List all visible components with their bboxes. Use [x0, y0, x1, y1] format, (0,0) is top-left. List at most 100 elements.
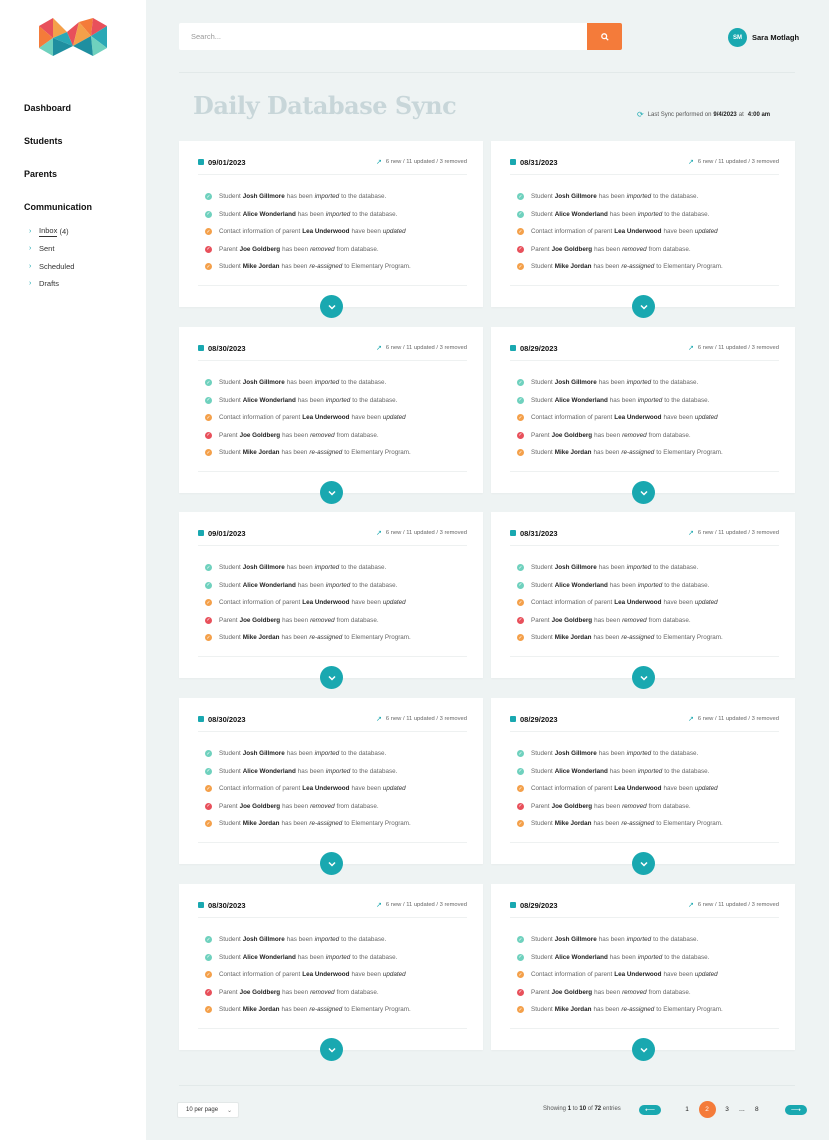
per-page-select[interactable]: 10 per page ⌄ [177, 1102, 239, 1118]
event-mid: has been [282, 616, 309, 624]
event-pre: Student [219, 953, 241, 961]
expand-card-button[interactable] [632, 1038, 655, 1061]
event-mid: has been [594, 802, 621, 810]
nav-item-dashboard[interactable]: Dashboard [24, 103, 144, 136]
event-pre: Contact information of parent [531, 414, 613, 422]
event-mid: has been [609, 210, 636, 218]
event-action: imported [325, 953, 351, 961]
event-mid: has been [593, 820, 620, 828]
check-circle-icon: ✓ [205, 396, 212, 404]
page-3[interactable]: 3 [719, 1101, 736, 1118]
event-pre: Student [531, 936, 553, 944]
check-circle-icon: ✓ [205, 1006, 212, 1014]
sync-event-item: ✓ Student Mike Jordan has been re-assign… [205, 815, 473, 833]
event-mid: have been [663, 599, 693, 607]
sync-events-list: ✓ Student Josh Gillmore has been importe… [205, 931, 473, 1019]
page-1[interactable]: 1 [679, 1101, 696, 1118]
showing-from: 1 [567, 1106, 572, 1112]
event-action: imported [325, 396, 351, 404]
event-pre: Student [531, 396, 553, 404]
subnav-label: Scheduled [39, 261, 75, 271]
sync-event-item: ✓ Student Josh Gillmore has been importe… [517, 745, 785, 763]
search-bar [179, 23, 622, 50]
check-circle-icon: ✓ [517, 820, 524, 828]
event-pre: Student [531, 750, 553, 758]
search-button[interactable] [587, 23, 622, 50]
expand-card-button[interactable] [320, 852, 343, 875]
subnav-item-sent[interactable]: › Sent [24, 241, 144, 259]
subnav-item-drafts[interactable]: › Drafts [24, 276, 144, 294]
event-person-name: Lea Underwood [614, 785, 662, 793]
event-mid: has been [593, 449, 620, 457]
expand-card-button[interactable] [320, 295, 343, 318]
event-post: to Elementary Program. [656, 820, 723, 828]
chart-icon: ↗ [376, 530, 382, 537]
prev-page-button[interactable]: ⟵ [639, 1104, 661, 1115]
user-menu[interactable]: SM Sara Motlagh [728, 28, 799, 47]
event-person-name: Mike Jordan [554, 820, 592, 828]
sync-event-item: ✓ Parent Joe Goldberg has been removed f… [205, 984, 473, 1002]
card-stats: ↗ 6 new / 11 updated / 3 removed [376, 715, 467, 723]
logo-icon[interactable] [39, 18, 107, 56]
check-circle-icon: ✓ [205, 449, 212, 457]
event-person-name: Josh Gillmore [242, 750, 285, 758]
page-2-current[interactable]: 2 [698, 1101, 716, 1118]
card-date: 08/30/2023 [198, 344, 246, 353]
divider [198, 1028, 467, 1029]
event-pre: Parent [531, 616, 550, 624]
event-person-name: Mike Jordan [242, 449, 280, 457]
subnav-item-scheduled[interactable]: › Scheduled [24, 258, 144, 276]
calendar-icon [198, 345, 204, 351]
event-person-name: Josh Gillmore [242, 379, 285, 387]
event-person-name: Lea Underwood [302, 228, 350, 236]
expand-card-button[interactable] [632, 295, 655, 318]
last-sync-date: 9/4/2023 [713, 111, 737, 118]
sync-event-item: ✓ Contact information of parent Lea Unde… [517, 409, 785, 427]
event-action: imported [325, 767, 351, 775]
sync-event-item: ✓ Parent Joe Goldberg has been removed f… [205, 798, 473, 816]
event-pre: Contact information of parent [531, 785, 613, 793]
chart-icon: ↗ [688, 159, 694, 166]
check-circle-icon: ✓ [205, 431, 212, 439]
search-input[interactable] [179, 23, 587, 50]
expand-card-button[interactable] [320, 481, 343, 504]
event-mid: have been [351, 785, 381, 793]
event-pre: Student [219, 936, 241, 944]
event-mid: has been [609, 581, 636, 589]
next-page-button[interactable]: ⟶ [784, 1104, 807, 1115]
calendar-icon [510, 716, 516, 722]
event-action: re-assigned [309, 263, 343, 271]
sync-event-item: ✓ Student Mike Jordan has been re-assign… [517, 629, 785, 647]
page-last[interactable]: 8 [748, 1101, 765, 1118]
event-post: to the database. [341, 936, 387, 944]
event-pre: Student [531, 449, 553, 457]
event-person-name: Lea Underwood [302, 971, 350, 979]
subnav-item-inbox[interactable]: › Inbox (4) [24, 223, 144, 241]
expand-card-button[interactable] [632, 852, 655, 875]
nav-item-students[interactable]: Students [24, 136, 144, 169]
event-action: imported [637, 953, 663, 961]
event-mid: has been [286, 750, 313, 758]
expand-card-button[interactable] [320, 666, 343, 689]
event-post: from database. [336, 616, 379, 624]
expand-card-button[interactable] [320, 1038, 343, 1061]
event-action: imported [626, 750, 652, 758]
card-header: 08/30/2023 ↗ 6 new / 11 updated / 3 remo… [198, 899, 467, 911]
divider [198, 360, 467, 361]
nav-item-parents[interactable]: Parents [24, 169, 144, 202]
card-stats-text: 6 new / 11 updated / 3 removed [385, 530, 467, 536]
event-person-name: Joe Goldberg [551, 616, 593, 624]
check-circle-icon: ✓ [205, 785, 212, 793]
event-person-name: Mike Jordan [554, 449, 592, 457]
divider [510, 545, 779, 546]
card-header: 08/29/2023 ↗ 6 new / 11 updated / 3 remo… [510, 713, 779, 725]
chevron-down-icon [327, 490, 336, 496]
expand-card-button[interactable] [632, 481, 655, 504]
event-person-name: Alice Wonderland [242, 396, 296, 404]
sync-event-item: ✓ Student Josh Gillmore has been importe… [517, 559, 785, 577]
sync-event-item: ✓ Student Mike Jordan has been re-assign… [517, 258, 785, 276]
chevron-down-icon [327, 1047, 336, 1053]
expand-card-button[interactable] [632, 666, 655, 689]
event-person-name: Joe Goldberg [239, 431, 281, 439]
card-stats-text: 6 new / 11 updated / 3 removed [385, 902, 467, 908]
